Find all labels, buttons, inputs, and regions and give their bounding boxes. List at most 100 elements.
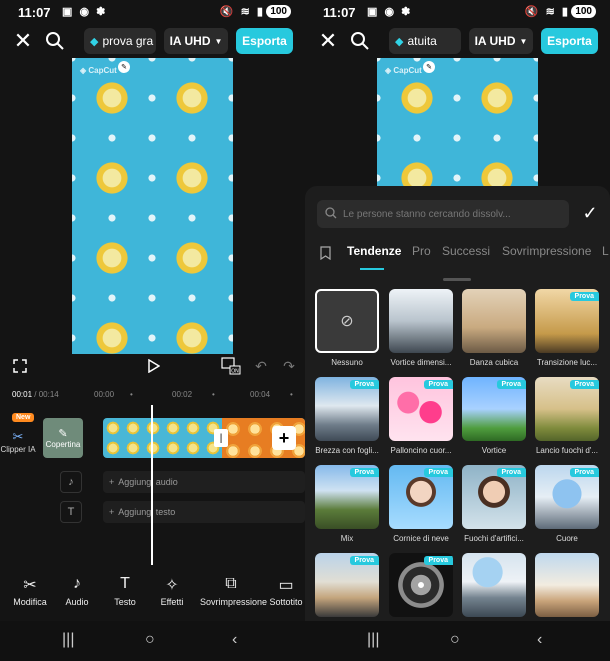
quality-dropdown[interactable]: IA UHD ▼: [469, 28, 533, 54]
quality-label: IA UHD: [474, 34, 516, 48]
effect-label: Vortice: [481, 446, 507, 455]
effect-label: Brezza con fogli...: [315, 446, 379, 455]
tool-label: Audio: [65, 597, 89, 607]
effect-item[interactable]: Prova Cornice di neve: [389, 465, 453, 543]
edit-pencil-icon[interactable]: ✎: [118, 61, 130, 73]
effect-thumbnail: [462, 553, 526, 617]
effects-screen: 11:07 ▣ ◉ ✽ 🔇 ≋ ▮ 100 ✕ ◆ atuita IA UHD …: [305, 0, 610, 661]
effect-label: Fuochi d'artifici...: [464, 534, 524, 543]
add-text-track[interactable]: + Aggiungi testo: [103, 501, 305, 523]
search-icon[interactable]: [44, 30, 66, 52]
redo-icon[interactable]: ↷: [281, 358, 297, 374]
tab-sovrimpressione[interactable]: Sovrimpressione: [502, 244, 591, 258]
project-name-chip[interactable]: ◆ atuita: [389, 28, 461, 54]
effect-item[interactable]: Prova Palloncino cuor...: [389, 377, 453, 455]
bookmark-icon[interactable]: [319, 246, 331, 260]
effect-item[interactable]: Prova Lancio fuochi d'...: [535, 377, 599, 455]
effect-item[interactable]: Danza cubica: [462, 289, 526, 367]
add-audio-track[interactable]: + Aggiungi audio: [103, 471, 305, 493]
project-name: prova gra: [102, 34, 154, 48]
tab-more[interactable]: L: [602, 244, 609, 258]
notification-icons: ▣ ◉ ✽: [62, 6, 108, 18]
recents-icon[interactable]: |||: [367, 631, 379, 649]
checkmark-icon[interactable]: ✓: [579, 202, 601, 224]
effect-item[interactable]: Prova Transizione luc...: [535, 289, 599, 367]
tab-successi[interactable]: Successi: [442, 244, 490, 258]
close-icon[interactable]: ✕: [12, 28, 34, 53]
time-readout: 00:01 / 00:14: [12, 390, 59, 399]
tool-audio[interactable]: ♪ Audio: [52, 575, 102, 607]
playhead[interactable]: [151, 405, 153, 565]
recents-icon[interactable]: |||: [62, 631, 74, 649]
tab-tendenze[interactable]: Tendenze: [347, 244, 401, 258]
sheet-grabber[interactable]: [443, 278, 471, 281]
status-time: 11:07: [323, 5, 356, 20]
plus-icon: +: [109, 507, 115, 517]
none-icon: ⊘: [315, 289, 379, 353]
cover-button[interactable]: ✎ Copertina: [43, 418, 83, 458]
tool-sovrimpressione[interactable]: ⧉ Sovrimpressione: [200, 575, 267, 607]
effect-item[interactable]: Prova Cuore: [535, 465, 599, 543]
tool-modifica[interactable]: ✂ Modifica: [5, 575, 55, 607]
text-track-icon: T: [60, 501, 82, 523]
fullscreen-icon[interactable]: [12, 358, 28, 374]
play-icon[interactable]: [145, 358, 161, 374]
quality-dropdown[interactable]: IA UHD ▼: [164, 28, 228, 54]
tool-effetti[interactable]: ✧ Effetti: [147, 575, 197, 607]
effect-label: Mix: [340, 534, 354, 543]
effect-item[interactable]: [535, 553, 599, 617]
effect-item[interactable]: Prova: [315, 553, 379, 617]
svg-text:ON: ON: [231, 369, 239, 375]
effect-item[interactable]: Vortice dimensi...: [389, 289, 453, 367]
project-name-chip[interactable]: ◆ prova gra: [84, 28, 156, 54]
scissors-icon: ✂: [23, 577, 37, 594]
search-icon[interactable]: [349, 30, 371, 52]
close-icon[interactable]: ✕: [317, 28, 339, 53]
edit-pencil-icon[interactable]: ✎: [423, 61, 435, 73]
effect-item[interactable]: [462, 553, 526, 617]
effect-thumbnail: Prova: [315, 553, 379, 617]
search-placeholder: Le persone stanno cercando dissolv...: [343, 208, 511, 220]
notification-icons: ▣ ◉ ✽: [367, 6, 413, 18]
home-icon[interactable]: ○: [145, 631, 155, 649]
transition-handle[interactable]: |: [214, 429, 228, 447]
effect-label: Cornice di neve: [393, 534, 449, 543]
back-icon[interactable]: ‹: [537, 631, 542, 649]
video-preview[interactable]: ◈ CapCut ✎: [72, 58, 233, 354]
new-badge: New: [12, 413, 35, 422]
export-button[interactable]: Esporta: [541, 28, 598, 54]
effect-item[interactable]: Prova Brezza con fogli...: [315, 377, 379, 455]
tool-sottotitoli[interactable]: ▭ Sottotito: [266, 575, 305, 607]
effect-item[interactable]: ⊘ Nessuno: [315, 289, 379, 367]
diamond-icon: ◆: [395, 35, 404, 48]
signal-icons: 🔇 ≋ ▮: [524, 6, 570, 18]
effect-label: Danza cubica: [469, 358, 519, 367]
effect-item[interactable]: Prova Mix: [315, 465, 379, 543]
caret-down-icon: ▼: [214, 36, 223, 46]
add-clip-button[interactable]: +: [272, 426, 296, 450]
tool-label: Sottotito: [269, 597, 303, 607]
effect-thumbnail: Prova: [389, 553, 453, 617]
back-icon[interactable]: ‹: [232, 631, 237, 649]
capcut-watermark-icon: ◈ CapCut: [80, 66, 117, 75]
effect-item[interactable]: Prova Fuochi d'artifici...: [462, 465, 526, 543]
editor-screen: 11:07 ▣ ◉ ✽ 🔇 ≋ ▮ 100 ✕ ◆ prova gra IA U…: [0, 0, 305, 661]
tab-pro[interactable]: Pro: [412, 244, 431, 258]
clipper-ia-button[interactable]: ✂ Clipper IA: [0, 419, 36, 459]
effect-item[interactable]: Prova Vortice: [462, 377, 526, 455]
effect-label: Lancio fuochi d'...: [535, 446, 598, 455]
ruler-tick: 00:02: [172, 390, 193, 399]
tool-label: Effetti: [160, 597, 184, 607]
export-button[interactable]: Esporta: [236, 28, 293, 54]
add-text-label: Aggiungi testo: [118, 507, 176, 517]
undo-icon[interactable]: ↶: [253, 358, 269, 374]
effects-search-input[interactable]: Le persone stanno cercando dissolv...: [317, 200, 569, 228]
effect-thumbnail: [462, 289, 526, 353]
effect-label: Vortice dimensi...: [390, 358, 452, 367]
effect-item[interactable]: Prova: [389, 553, 453, 617]
tool-testo[interactable]: T Testo: [100, 575, 150, 607]
keyframe-on-icon[interactable]: ON: [220, 356, 242, 376]
home-icon[interactable]: ○: [450, 631, 460, 649]
prova-badge: Prova: [569, 468, 599, 477]
tool-label: Modifica: [13, 597, 47, 607]
